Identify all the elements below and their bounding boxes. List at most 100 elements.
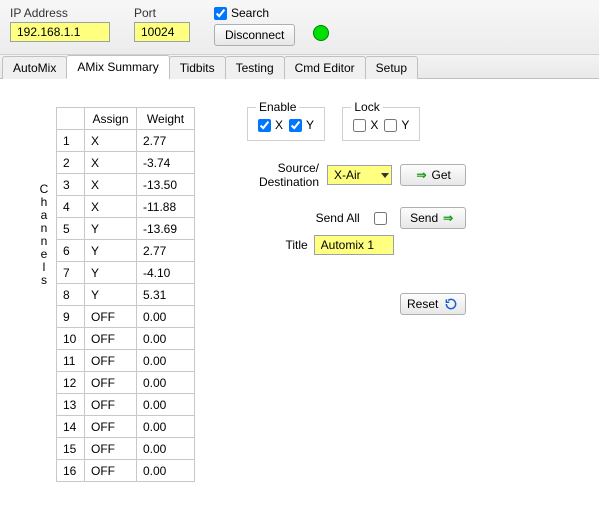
source-combo[interactable]: X-Air	[327, 165, 392, 185]
enable-y-checkbox[interactable]	[289, 119, 302, 132]
search-checkbox[interactable]	[214, 7, 227, 20]
row-index: 4	[57, 196, 85, 218]
row-weight[interactable]: 0.00	[137, 350, 195, 372]
lock-x-row[interactable]: X	[353, 118, 378, 132]
row-index: 2	[57, 152, 85, 174]
lock-y-row[interactable]: Y	[384, 118, 409, 132]
enable-y-row[interactable]: Y	[289, 118, 314, 132]
get-button[interactable]: ⇒ Get	[400, 164, 466, 186]
enable-x-row[interactable]: X	[258, 118, 283, 132]
disconnect-button[interactable]: Disconnect	[214, 24, 295, 46]
search-label: Search	[231, 6, 269, 20]
row-assign[interactable]: X	[85, 174, 137, 196]
table-row[interactable]: 6Y2.77	[57, 240, 195, 262]
table-row[interactable]: 7Y-4.10	[57, 262, 195, 284]
row-weight[interactable]: -11.88	[137, 196, 195, 218]
lock-y-checkbox[interactable]	[384, 119, 397, 132]
enable-x-checkbox[interactable]	[258, 119, 271, 132]
lock-group: Lock X Y	[342, 107, 420, 141]
reset-button[interactable]: Reset	[400, 293, 466, 315]
row-assign[interactable]: OFF	[85, 306, 137, 328]
row-weight[interactable]: -13.69	[137, 218, 195, 240]
enable-legend: Enable	[256, 100, 299, 114]
row-index: 16	[57, 460, 85, 482]
enable-y-label: Y	[306, 118, 314, 132]
table-row[interactable]: 9OFF0.00	[57, 306, 195, 328]
row-weight[interactable]: 0.00	[137, 328, 195, 350]
tab-setup[interactable]: Setup	[365, 56, 418, 79]
ip-label: IP Address	[10, 6, 110, 20]
row-index: 6	[57, 240, 85, 262]
row-index: 10	[57, 328, 85, 350]
table-row[interactable]: 14OFF0.00	[57, 416, 195, 438]
tab-testing[interactable]: Testing	[225, 56, 285, 79]
table-row[interactable]: 10OFF0.00	[57, 328, 195, 350]
port-input[interactable]	[134, 22, 190, 42]
row-assign[interactable]: Y	[85, 262, 137, 284]
table-row[interactable]: 3X-13.50	[57, 174, 195, 196]
table-row[interactable]: 8Y5.31	[57, 284, 195, 306]
send-all-checkbox[interactable]	[374, 212, 387, 225]
row-index: 11	[57, 350, 85, 372]
tab-strip: AutoMixAMix SummaryTidbitsTestingCmd Edi…	[0, 55, 599, 79]
tab-tidbits[interactable]: Tidbits	[169, 56, 226, 79]
row-weight[interactable]: 0.00	[137, 306, 195, 328]
row-weight[interactable]: -4.10	[137, 262, 195, 284]
channels-table: Assign Weight 1X2.772X-3.743X-13.504X-11…	[56, 107, 195, 482]
table-row[interactable]: 11OFF0.00	[57, 350, 195, 372]
row-assign[interactable]: X	[85, 152, 137, 174]
row-weight[interactable]: 0.00	[137, 460, 195, 482]
send-button[interactable]: Send ⇒	[400, 207, 466, 229]
arrow-right-icon: ⇒	[416, 168, 426, 182]
table-row[interactable]: 2X-3.74	[57, 152, 195, 174]
source-label: Source/ Destination	[247, 161, 319, 189]
enable-x-label: X	[275, 118, 283, 132]
row-assign[interactable]: X	[85, 196, 137, 218]
right-column: Enable X Y Lock X	[247, 107, 466, 315]
row-index: 14	[57, 416, 85, 438]
row-assign[interactable]: OFF	[85, 328, 137, 350]
title-label: Title	[285, 238, 307, 252]
chevron-down-icon	[381, 173, 389, 178]
row-weight[interactable]: 5.31	[137, 284, 195, 306]
row-assign[interactable]: OFF	[85, 350, 137, 372]
row-weight[interactable]: 0.00	[137, 372, 195, 394]
source-value: X-Air	[334, 168, 361, 182]
port-label: Port	[134, 6, 190, 20]
row-assign[interactable]: Y	[85, 240, 137, 262]
table-row[interactable]: 13OFF0.00	[57, 394, 195, 416]
row-assign[interactable]: OFF	[85, 394, 137, 416]
search-check-row[interactable]: Search	[214, 6, 295, 20]
lock-y-label: Y	[401, 118, 409, 132]
ip-input[interactable]	[10, 22, 110, 42]
row-assign[interactable]: Y	[85, 284, 137, 306]
tab-automix[interactable]: AutoMix	[2, 56, 67, 79]
row-weight[interactable]: 0.00	[137, 416, 195, 438]
get-label: Get	[432, 168, 451, 182]
table-row[interactable]: 5Y-13.69	[57, 218, 195, 240]
row-weight[interactable]: 2.77	[137, 240, 195, 262]
row-weight[interactable]: 0.00	[137, 438, 195, 460]
row-weight[interactable]: 2.77	[137, 130, 195, 152]
lock-x-checkbox[interactable]	[353, 119, 366, 132]
table-row[interactable]: 1X2.77	[57, 130, 195, 152]
row-assign[interactable]: X	[85, 130, 137, 152]
row-assign[interactable]: OFF	[85, 372, 137, 394]
row-index: 3	[57, 174, 85, 196]
row-weight[interactable]: -13.50	[137, 174, 195, 196]
tab-amix-summary[interactable]: AMix Summary	[66, 55, 169, 79]
row-index: 8	[57, 284, 85, 306]
table-row[interactable]: 12OFF0.00	[57, 372, 195, 394]
row-assign[interactable]: OFF	[85, 460, 137, 482]
row-assign[interactable]: OFF	[85, 416, 137, 438]
row-assign[interactable]: Y	[85, 218, 137, 240]
table-row[interactable]: 16OFF0.00	[57, 460, 195, 482]
table-row[interactable]: 4X-11.88	[57, 196, 195, 218]
col-weight: Weight	[137, 108, 195, 130]
row-weight[interactable]: 0.00	[137, 394, 195, 416]
tab-cmd-editor[interactable]: Cmd Editor	[284, 56, 366, 79]
title-input[interactable]	[314, 235, 394, 255]
row-weight[interactable]: -3.74	[137, 152, 195, 174]
row-assign[interactable]: OFF	[85, 438, 137, 460]
table-row[interactable]: 15OFF0.00	[57, 438, 195, 460]
